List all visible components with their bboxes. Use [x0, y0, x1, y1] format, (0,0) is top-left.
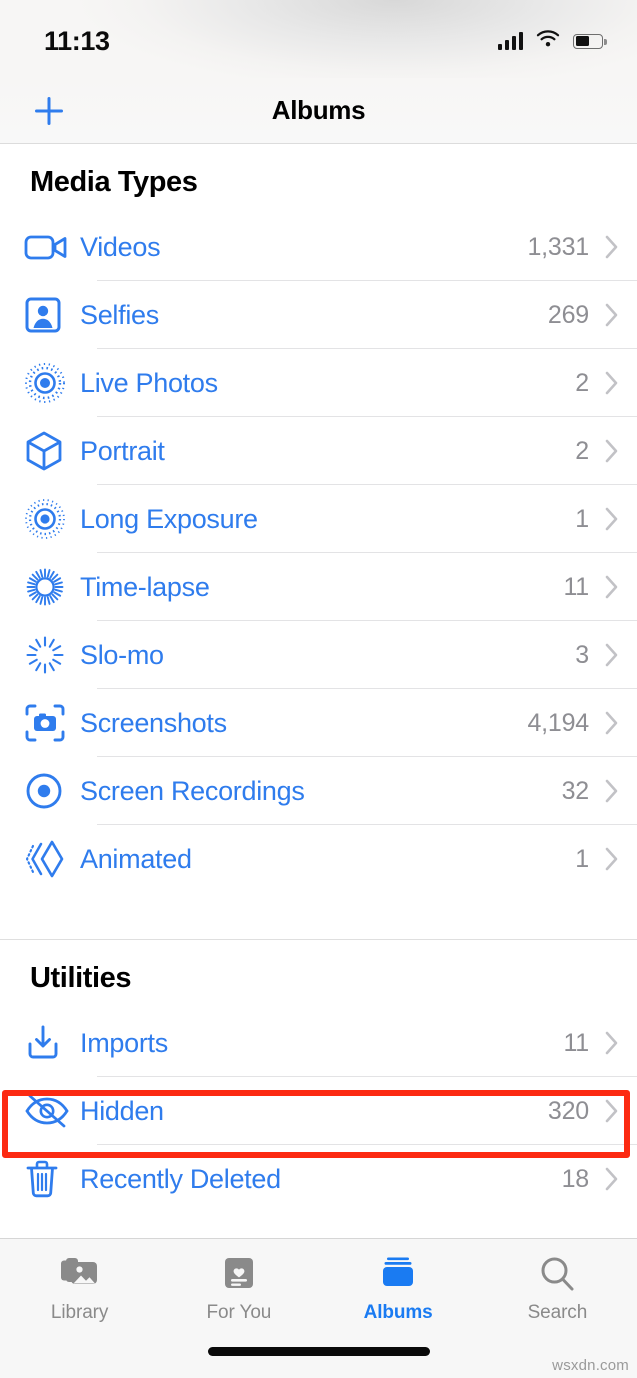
list-item-screen-recordings[interactable]: Screen Recordings 32	[0, 757, 637, 825]
tab-search[interactable]: Search	[478, 1253, 637, 1324]
list-item-count: 11	[563, 1028, 589, 1057]
tab-albums[interactable]: Albums	[319, 1253, 478, 1324]
tab-label: Albums	[363, 1302, 433, 1323]
animated-icon	[24, 836, 80, 882]
list-item-label: Portrait	[80, 435, 165, 466]
status-bar-indicators	[498, 29, 607, 53]
chevron-right-icon	[605, 371, 619, 395]
video-camera-icon	[24, 224, 80, 270]
list-item-count: 1	[575, 504, 589, 533]
battery-icon	[573, 33, 607, 49]
list-item-count: 2	[575, 436, 589, 465]
list-item-selfies[interactable]: Selfies 269	[0, 281, 637, 349]
photos-library-icon	[60, 1253, 100, 1295]
magnifier-icon	[538, 1253, 576, 1295]
list-item-time-lapse[interactable]: Time-lapse 11	[0, 553, 637, 621]
tab-bar: Library For You Albums Search wsxdn.com	[0, 1238, 637, 1378]
eye-slash-icon	[24, 1088, 80, 1134]
tab-label: Library	[50, 1302, 109, 1323]
list-item-long-exposure[interactable]: Long Exposure 1	[0, 485, 637, 553]
list-item-label: Live Photos	[80, 367, 218, 398]
list-item-label: Screenshots	[80, 707, 227, 738]
chevron-right-icon	[605, 439, 619, 463]
add-album-button[interactable]	[30, 92, 68, 130]
chevron-right-icon	[605, 643, 619, 667]
chevron-right-icon	[605, 711, 619, 735]
list-item-label: Slo-mo	[80, 639, 164, 670]
import-icon	[24, 1020, 80, 1066]
tab-label: Search	[527, 1302, 588, 1323]
list-item-count: 32	[561, 776, 590, 805]
trash-icon	[24, 1156, 80, 1202]
chevron-right-icon	[605, 507, 619, 531]
list-item-live-photos[interactable]: Live Photos 2	[0, 349, 637, 417]
list-item-screenshots[interactable]: Screenshots 4,194	[0, 689, 637, 757]
list-item-count: 269	[547, 300, 589, 329]
list-item-count: 320	[547, 1096, 589, 1125]
albums-stack-icon	[379, 1253, 417, 1295]
chevron-right-icon	[605, 1167, 619, 1191]
list-item-portrait[interactable]: Portrait 2	[0, 417, 637, 485]
list-item-count: 1	[575, 844, 589, 873]
list-item-slo-mo[interactable]: Slo-mo 3	[0, 621, 637, 689]
list-item-label: Recently Deleted	[80, 1163, 281, 1194]
list-item-recently-deleted[interactable]: Recently Deleted 18	[0, 1145, 637, 1213]
list-item-label: Selfies	[80, 299, 159, 330]
page-title: Albums	[271, 95, 366, 125]
tab-label: For You	[206, 1302, 272, 1323]
list-item-animated[interactable]: Animated 1	[0, 825, 637, 893]
signal-bars-icon	[498, 32, 523, 50]
status-bar-clock: 11:13	[44, 25, 110, 56]
list-item-label: Screen Recordings	[80, 775, 305, 806]
list-item-count: 11	[563, 572, 589, 601]
watermark: wsxdn.com	[552, 1357, 629, 1374]
chevron-right-icon	[605, 847, 619, 871]
timelapse-icon	[24, 564, 80, 610]
list-item-count: 3	[575, 640, 589, 669]
list-item-count: 18	[561, 1164, 590, 1193]
section-header-utilities: Utilities	[30, 962, 132, 994]
long-exposure-icon	[24, 496, 80, 542]
list-item-count: 1,331	[527, 232, 589, 261]
home-indicator[interactable]	[207, 1347, 430, 1356]
live-photo-icon	[24, 360, 80, 406]
chevron-right-icon	[605, 575, 619, 599]
list-item-label: Hidden	[80, 1095, 164, 1126]
list-item-label: Time-lapse	[80, 571, 210, 602]
chevron-right-icon	[605, 303, 619, 327]
status-bar: 11:13	[0, 0, 637, 78]
chevron-right-icon	[605, 779, 619, 803]
slomo-icon	[24, 632, 80, 678]
chevron-right-icon	[605, 235, 619, 259]
list-item-hidden[interactable]: Hidden 320	[0, 1077, 637, 1145]
section-header-media-types: Media Types	[30, 166, 198, 198]
list-item-label: Animated	[80, 843, 192, 874]
cube-icon	[24, 428, 80, 474]
chevron-right-icon	[605, 1031, 619, 1055]
tab-for-you[interactable]: For You	[159, 1253, 318, 1324]
screen-recording-icon	[24, 768, 80, 814]
list-item-videos[interactable]: Videos 1,331	[0, 213, 637, 281]
chevron-right-icon	[605, 1099, 619, 1123]
list-item-count: 2	[575, 368, 589, 397]
list-item-label: Videos	[80, 231, 161, 262]
list-item-label: Imports	[80, 1027, 168, 1058]
person-portrait-icon	[24, 292, 80, 338]
tab-library[interactable]: Library	[0, 1253, 159, 1324]
albums-list[interactable]: Media Types Videos 1,331 Selfies 269 Liv…	[0, 144, 637, 1213]
navigation-bar: Albums	[0, 78, 637, 144]
list-item-count: 4,194	[527, 708, 589, 737]
plus-icon	[35, 96, 63, 125]
for-you-card-icon	[222, 1253, 256, 1295]
list-item-label: Long Exposure	[80, 503, 258, 534]
wifi-icon	[536, 29, 560, 53]
list-item-imports[interactable]: Imports 11	[0, 1009, 637, 1077]
screenshot-icon	[24, 700, 80, 746]
